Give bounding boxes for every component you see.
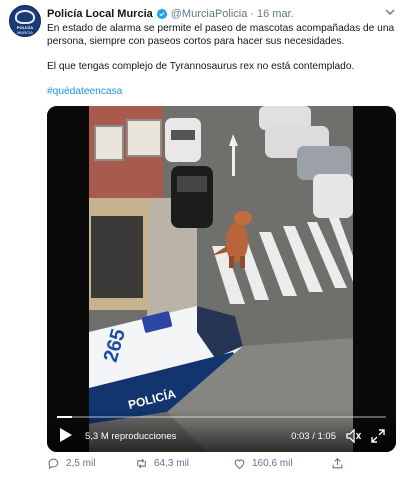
- hashtag-link[interactable]: #quédateencasa: [47, 86, 122, 97]
- tweet-date[interactable]: 16 mar.: [257, 8, 294, 20]
- tweet-paragraph-2: El que tengas complejo de Tyrannosaurus …: [47, 60, 355, 72]
- volume-icon[interactable]: [346, 428, 362, 444]
- fullscreen-icon[interactable]: [370, 428, 386, 444]
- retweet-button[interactable]: 64,3 mil: [135, 457, 189, 470]
- like-icon: [234, 459, 245, 470]
- tweet-header: Policía Local Murcia @MurciaPolicia · 16…: [47, 8, 294, 20]
- avatar[interactable]: POLICÍA MURCIA: [9, 5, 41, 37]
- video-time: 0:03 / 1:05: [291, 431, 336, 442]
- display-name[interactable]: Policía Local Murcia: [47, 8, 153, 20]
- video-controls: 5,3 M reproducciones 0:03 / 1:05: [47, 410, 396, 452]
- tweet-text: En estado de alarma se permite el paseo …: [47, 23, 397, 111]
- verified-icon: [156, 8, 168, 20]
- view-count: 5,3 M reproducciones: [85, 431, 177, 442]
- shield-icon: [15, 10, 35, 24]
- reply-icon: [48, 458, 59, 470]
- like-count: 160,6 mil: [252, 458, 293, 469]
- chevron-down-icon[interactable]: [384, 6, 396, 18]
- progress-bar[interactable]: [57, 416, 386, 418]
- share-button[interactable]: [331, 457, 350, 470]
- video-frame: 265 POLICÍA: [47, 106, 396, 452]
- share-icon: [332, 457, 343, 469]
- separator: ·: [250, 8, 255, 20]
- tweet-actions: 2,5 mil 64,3 mil 160,6 mil: [47, 457, 397, 475]
- progress-fill: [57, 416, 73, 418]
- like-button[interactable]: 160,6 mil: [233, 457, 293, 470]
- play-icon[interactable]: [59, 427, 73, 443]
- retweet-icon: [137, 458, 146, 469]
- tweet-paragraph-1: En estado de alarma se permite el paseo …: [47, 23, 395, 47]
- retweet-count: 64,3 mil: [154, 458, 190, 469]
- video-player[interactable]: 265 POLICÍA 5,3 M reproducciones 0:03 / …: [47, 106, 396, 452]
- reply-count: 2,5 mil: [66, 458, 96, 469]
- handle[interactable]: @MurciaPolicia: [171, 8, 248, 20]
- tweet: POLICÍA MURCIA Policía Local Murcia @Mur…: [0, 0, 406, 480]
- avatar-text-bottom: MURCIA: [17, 30, 33, 35]
- reply-button[interactable]: 2,5 mil: [47, 457, 95, 470]
